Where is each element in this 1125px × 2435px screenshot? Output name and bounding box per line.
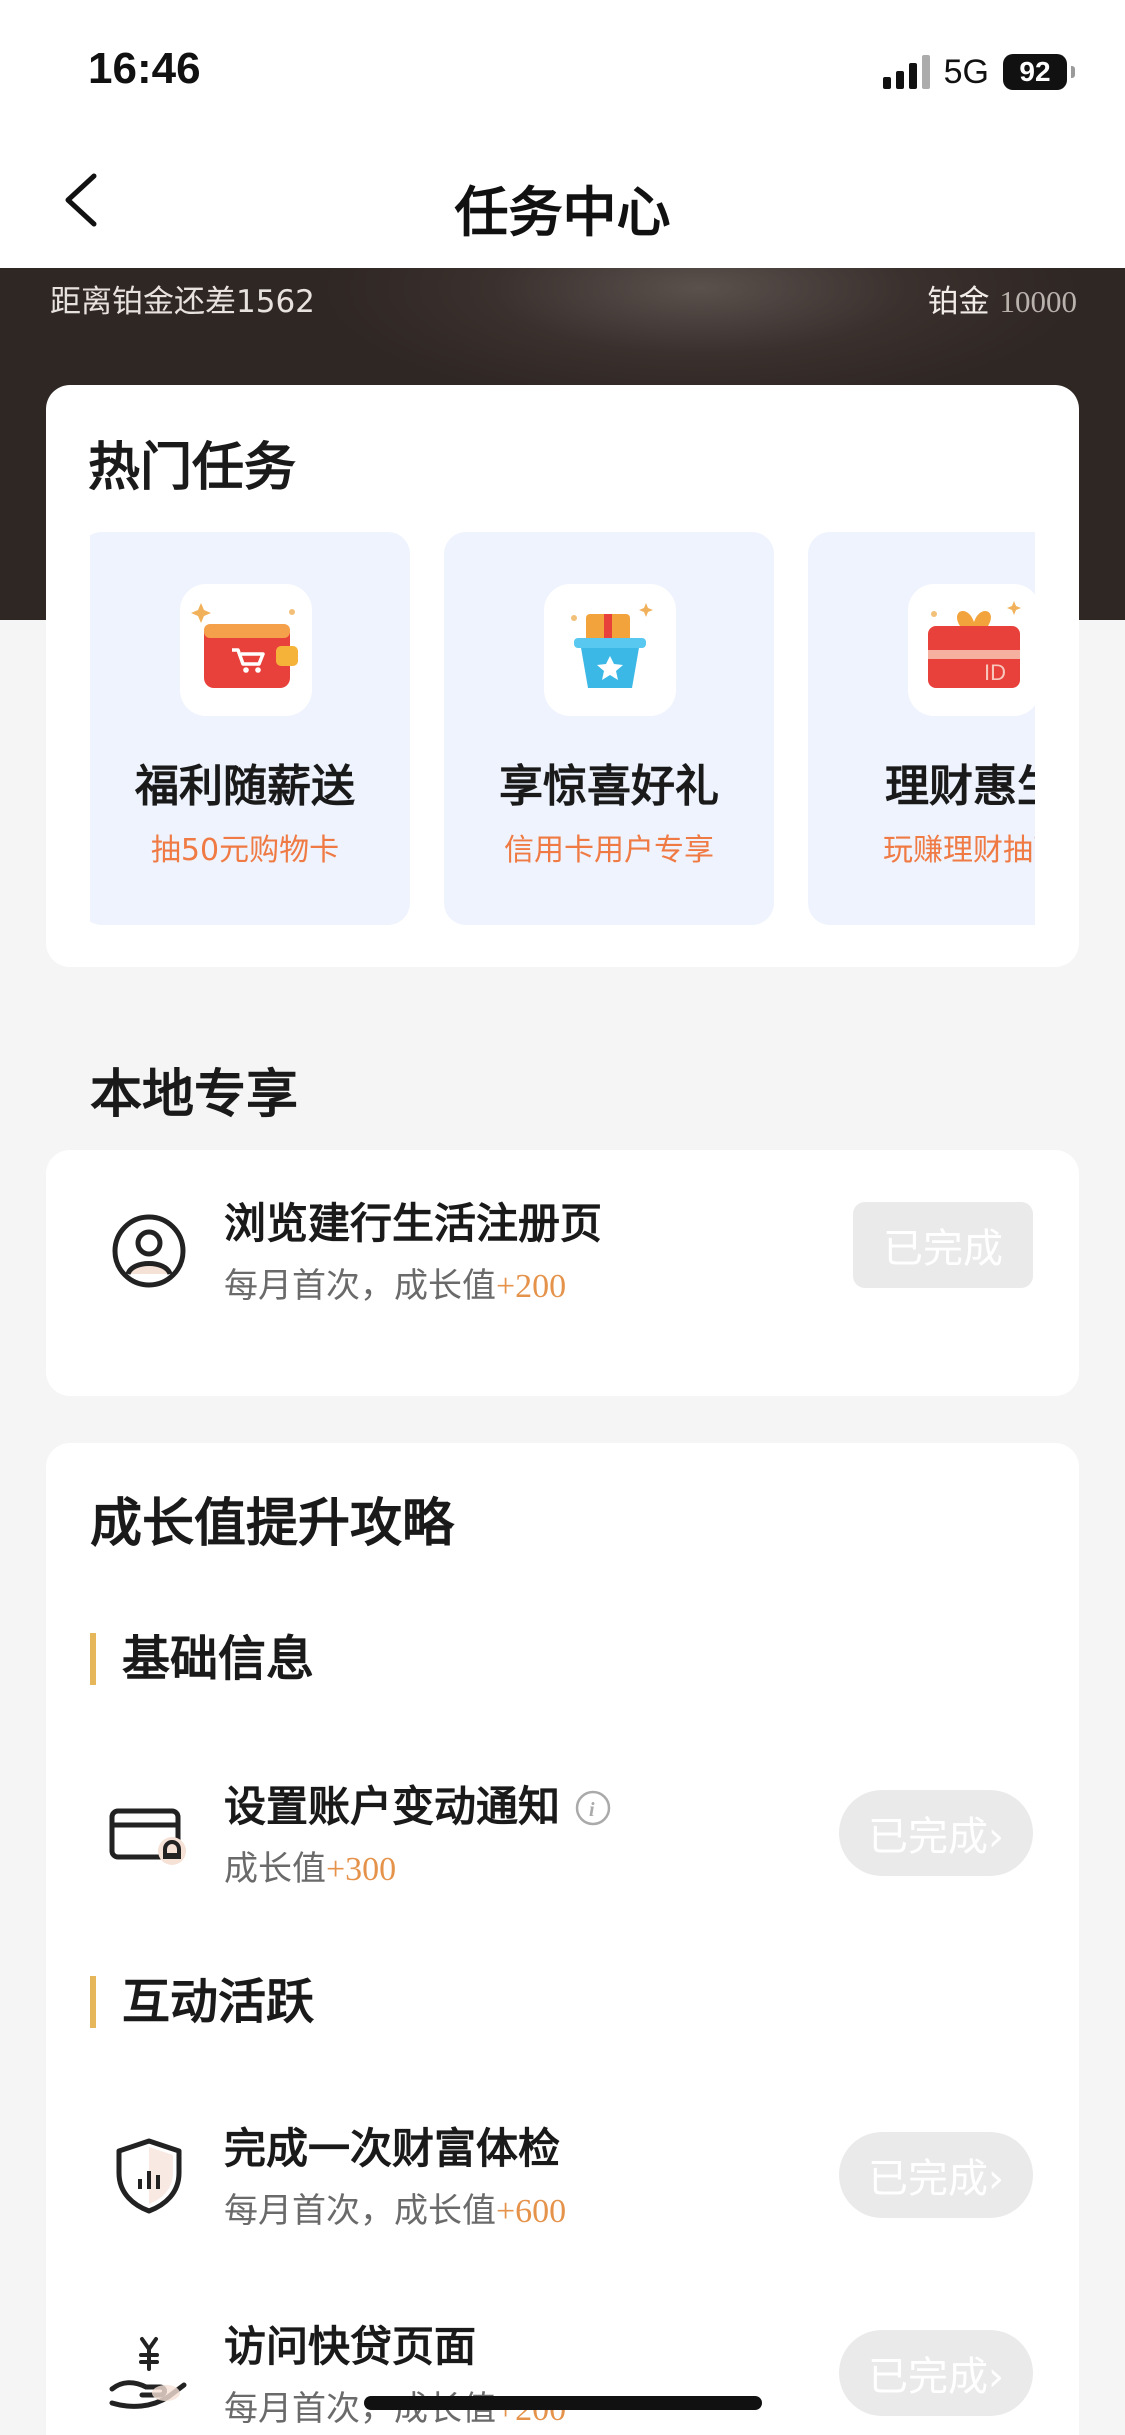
task-name: 设置账户变动通知 i	[224, 1773, 612, 1834]
task-done-button[interactable]: 已完成›	[839, 2132, 1033, 2218]
next-level-value: 10000	[999, 284, 1078, 319]
status-bar: 16:46 5G 92	[0, 0, 1125, 140]
red-wallet-cart-icon	[180, 584, 312, 716]
local-section-title: 本地专享	[90, 1065, 299, 1125]
task-points: +200	[496, 1268, 567, 1305]
hot-task-name: 享惊喜好礼	[499, 761, 719, 812]
gift-card-icon: ID	[908, 584, 1035, 716]
home-indicator	[364, 2396, 762, 2410]
task-row: 设置账户变动通知 i 成长值+300 已完成›	[46, 1773, 1079, 1933]
task-done-button[interactable]: 已完成›	[839, 2330, 1033, 2416]
task-description: 每月首次，成长值+200	[224, 1258, 566, 1307]
task-name: 访问快贷页面	[224, 2322, 477, 2371]
hand-yuan-icon	[106, 2331, 192, 2417]
task-done-button[interactable]: 已完成›	[839, 1790, 1033, 1876]
next-level-label: 铂金	[927, 284, 990, 320]
task-desc-text: 成长值	[224, 1849, 326, 1889]
task-desc-text: 每月首次，成长值	[224, 2191, 496, 2231]
gift-basket-icon	[544, 584, 676, 716]
card-bell-icon	[106, 1791, 192, 1877]
hot-task-item[interactable]: ID 理财惠生 玩赚理财抽豪	[808, 532, 1035, 925]
status-indicators: 5G 92	[882, 50, 1075, 94]
task-row: 浏览建行生活注册页 每月首次，成长值+200 已完成	[46, 1190, 1079, 1350]
growth-strategy-card: 成长值提升攻略 基础信息 设置账户变动通知 i 成长值+300 已完成› 互动活跃	[46, 1443, 1079, 2435]
hot-tasks-carousel[interactable]: 福利随薪送 抽50元购物卡 享惊喜好礼 信用卡用户专享 ID 理财惠 玩赚理财抽	[90, 532, 1035, 925]
hot-task-item[interactable]: 享惊喜好礼 信用卡用户专享	[444, 532, 774, 925]
task-name: 浏览建行生活注册页	[224, 1199, 603, 1248]
hot-task-name: 福利随薪送	[135, 761, 355, 812]
task-row: 访问快贷页面 每月首次，成长值+200 已完成›	[46, 2313, 1079, 2435]
task-done-button[interactable]: 已完成	[853, 1202, 1033, 1288]
user-profile-icon	[106, 1208, 192, 1294]
svg-text:i: i	[589, 1799, 595, 1821]
level-progress-text: 距离铂金还差1562	[50, 284, 315, 320]
hot-task-name: 理财惠生	[885, 761, 1035, 812]
growth-section-title: 成长值提升攻略	[90, 1494, 455, 1554]
hot-task-subtitle: 抽50元购物卡	[150, 833, 340, 868]
local-tasks-card: 浏览建行生活注册页 每月首次，成长值+200 已完成	[46, 1150, 1079, 1396]
task-row: 完成一次财富体检 每月首次，成长值+600 已完成›	[46, 2115, 1079, 2275]
hot-tasks-card: 热门任务 福利随薪送 抽50元购物卡 享惊喜好礼 信用卡用户专享 ID 理财惠 …	[46, 385, 1079, 967]
hot-tasks-title: 热门任务	[88, 438, 297, 498]
hot-task-item[interactable]: 福利随薪送 抽50元购物卡	[90, 532, 410, 925]
task-points: +600	[496, 2193, 567, 2230]
task-name-text: 设置账户变动通知	[224, 1782, 561, 1831]
info-icon[interactable]: i	[574, 1788, 612, 1826]
network-type: 5G	[943, 52, 989, 91]
next-level: 铂金 10000	[928, 276, 1078, 321]
svg-text:ID: ID	[984, 660, 1006, 685]
status-time: 16:46	[88, 44, 201, 93]
task-points: +300	[326, 1851, 397, 1888]
nav-bar: 任务中心	[0, 140, 1125, 268]
page-title: 任务中心	[454, 181, 671, 244]
task-name: 完成一次财富体检	[224, 2124, 561, 2173]
task-description: 每月首次，成长值+600	[224, 2183, 566, 2232]
signal-icon	[882, 55, 930, 89]
battery-icon: 92	[1003, 54, 1075, 90]
task-description: 成长值+300	[224, 1841, 396, 1890]
interaction-heading: 互动活跃	[90, 1976, 314, 2028]
hot-task-subtitle: 玩赚理财抽豪	[883, 833, 1035, 868]
basic-info-heading: 基础信息	[90, 1633, 314, 1685]
task-desc-text: 每月首次，成长值	[224, 1266, 496, 1306]
hot-task-subtitle: 信用卡用户专享	[504, 833, 714, 868]
shield-chart-icon	[106, 2133, 192, 2219]
